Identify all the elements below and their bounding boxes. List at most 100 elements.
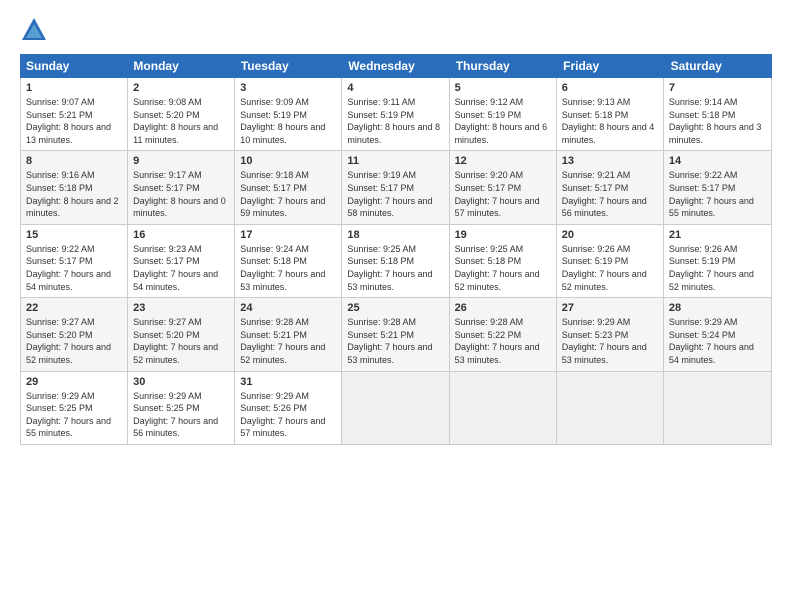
day-number: 31 — [240, 376, 336, 388]
cell-info: Sunrise: 9:09 AMSunset: 5:19 PMDaylight:… — [240, 96, 336, 146]
cell-info: Sunrise: 9:25 AMSunset: 5:18 PMDaylight:… — [347, 243, 443, 293]
header-day: Sunday — [20, 54, 127, 78]
calendar-body: 1 Sunrise: 9:07 AMSunset: 5:21 PMDaylight… — [21, 78, 771, 444]
cell-info: Sunrise: 9:28 AMSunset: 5:21 PMDaylight:… — [240, 316, 336, 366]
day-number: 30 — [133, 376, 229, 388]
cell-info: Sunrise: 9:12 AMSunset: 5:19 PMDaylight:… — [455, 96, 551, 146]
cell-info: Sunrise: 9:17 AMSunset: 5:17 PMDaylight:… — [133, 169, 229, 219]
day-number: 4 — [347, 82, 443, 94]
page: SundayMondayTuesdayWednesdayThursdayFrid… — [0, 0, 792, 612]
day-number: 10 — [240, 155, 336, 167]
cell-info: Sunrise: 9:08 AMSunset: 5:20 PMDaylight:… — [133, 96, 229, 146]
day-number: 3 — [240, 82, 336, 94]
calendar-cell: 25 Sunrise: 9:28 AMSunset: 5:21 PMDayligh… — [342, 298, 449, 370]
calendar-cell: 29 Sunrise: 9:29 AMSunset: 5:25 PMDayligh… — [21, 372, 128, 444]
calendar-cell: 27Sunrise: 9:29 AMSunset: 5:23 PMDayligh… — [557, 298, 664, 370]
header-day: Monday — [127, 54, 234, 78]
calendar-cell — [557, 372, 664, 444]
day-number: 17 — [240, 229, 336, 241]
day-number: 12 — [455, 155, 551, 167]
day-number: 20 — [562, 229, 658, 241]
day-number: 14 — [669, 155, 766, 167]
cell-info: Sunrise: 9:29 AMSunset: 5:24 PMDaylight:… — [669, 316, 766, 366]
cell-info: Sunrise: 9:29 AMSunset: 5:25 PMDaylight:… — [133, 390, 229, 440]
calendar-cell: 3 Sunrise: 9:09 AMSunset: 5:19 PMDaylight… — [235, 78, 342, 150]
logo — [20, 16, 52, 44]
header-day: Thursday — [450, 54, 557, 78]
day-number: 25 — [347, 302, 443, 314]
logo-icon — [20, 16, 48, 44]
day-number: 23 — [133, 302, 229, 314]
day-number: 1 — [26, 82, 122, 94]
calendar-cell: 22 Sunrise: 9:27 AMSunset: 5:20 PMDayligh… — [21, 298, 128, 370]
calendar-cell: 4 Sunrise: 9:11 AMSunset: 5:19 PMDaylight… — [342, 78, 449, 150]
calendar-cell: 28 Sunrise: 9:29 AMSunset: 5:24 PMDayligh… — [664, 298, 771, 370]
calendar-cell: 17Sunrise: 9:24 AMSunset: 5:18 PMDayligh… — [235, 225, 342, 297]
calendar-row: 8 Sunrise: 9:16 AMSunset: 5:18 PMDaylight… — [21, 151, 771, 224]
cell-info: Sunrise: 9:26 AMSunset: 5:19 PMDaylight:… — [669, 243, 766, 293]
cell-info: Sunrise: 9:25 AMSunset: 5:18 PMDaylight:… — [455, 243, 551, 293]
calendar-row: 15 Sunrise: 9:22 AMSunset: 5:17 PMDayligh… — [21, 225, 771, 298]
calendar-cell: 7Sunrise: 9:14 AMSunset: 5:18 PMDaylight… — [664, 78, 771, 150]
cell-info: Sunrise: 9:22 AMSunset: 5:17 PMDaylight:… — [669, 169, 766, 219]
day-number: 8 — [26, 155, 122, 167]
header-day: Wednesday — [342, 54, 449, 78]
calendar-row: 1 Sunrise: 9:07 AMSunset: 5:21 PMDaylight… — [21, 78, 771, 151]
calendar-cell: 10Sunrise: 9:18 AMSunset: 5:17 PMDayligh… — [235, 151, 342, 223]
cell-info: Sunrise: 9:29 AMSunset: 5:25 PMDaylight:… — [26, 390, 122, 440]
calendar-cell: 11 Sunrise: 9:19 AMSunset: 5:17 PMDayligh… — [342, 151, 449, 223]
day-number: 19 — [455, 229, 551, 241]
cell-info: Sunrise: 9:20 AMSunset: 5:17 PMDaylight:… — [455, 169, 551, 219]
cell-info: Sunrise: 9:22 AMSunset: 5:17 PMDaylight:… — [26, 243, 122, 293]
day-number: 9 — [133, 155, 229, 167]
day-number: 15 — [26, 229, 122, 241]
day-number: 22 — [26, 302, 122, 314]
header — [20, 16, 772, 44]
day-number: 21 — [669, 229, 766, 241]
calendar-cell: 5Sunrise: 9:12 AMSunset: 5:19 PMDaylight… — [450, 78, 557, 150]
day-number: 24 — [240, 302, 336, 314]
calendar-cell — [342, 372, 449, 444]
calendar-cell: 6Sunrise: 9:13 AMSunset: 5:18 PMDaylight… — [557, 78, 664, 150]
calendar-cell: 19 Sunrise: 9:25 AMSunset: 5:18 PMDayligh… — [450, 225, 557, 297]
calendar-cell: 2 Sunrise: 9:08 AMSunset: 5:20 PMDaylight… — [128, 78, 235, 150]
calendar-cell — [450, 372, 557, 444]
day-number: 26 — [455, 302, 551, 314]
cell-info: Sunrise: 9:21 AMSunset: 5:17 PMDaylight:… — [562, 169, 658, 219]
cell-info: Sunrise: 9:26 AMSunset: 5:19 PMDaylight:… — [562, 243, 658, 293]
calendar-cell: 16Sunrise: 9:23 AMSunset: 5:17 PMDayligh… — [128, 225, 235, 297]
cell-info: Sunrise: 9:28 AMSunset: 5:22 PMDaylight:… — [455, 316, 551, 366]
day-number: 18 — [347, 229, 443, 241]
cell-info: Sunrise: 9:29 AMSunset: 5:26 PMDaylight:… — [240, 390, 336, 440]
calendar-cell: 12 Sunrise: 9:20 AMSunset: 5:17 PMDayligh… — [450, 151, 557, 223]
calendar-cell: 20 Sunrise: 9:26 AMSunset: 5:19 PMDayligh… — [557, 225, 664, 297]
calendar-cell: 8 Sunrise: 9:16 AMSunset: 5:18 PMDaylight… — [21, 151, 128, 223]
cell-info: Sunrise: 9:27 AMSunset: 5:20 PMDaylight:… — [26, 316, 122, 366]
cell-info: Sunrise: 9:16 AMSunset: 5:18 PMDaylight:… — [26, 169, 122, 219]
header-day: Saturday — [665, 54, 772, 78]
day-number: 13 — [562, 155, 658, 167]
calendar-cell: 23Sunrise: 9:27 AMSunset: 5:20 PMDayligh… — [128, 298, 235, 370]
cell-info: Sunrise: 9:29 AMSunset: 5:23 PMDaylight:… — [562, 316, 658, 366]
calendar-cell: 31 Sunrise: 9:29 AMSunset: 5:26 PMDayligh… — [235, 372, 342, 444]
calendar-cell — [664, 372, 771, 444]
day-number: 28 — [669, 302, 766, 314]
cell-info: Sunrise: 9:13 AMSunset: 5:18 PMDaylight:… — [562, 96, 658, 146]
day-number: 11 — [347, 155, 443, 167]
day-number: 7 — [669, 82, 766, 94]
calendar-cell: 30 Sunrise: 9:29 AMSunset: 5:25 PMDayligh… — [128, 372, 235, 444]
calendar: SundayMondayTuesdayWednesdayThursdayFrid… — [20, 54, 772, 600]
cell-info: Sunrise: 9:19 AMSunset: 5:17 PMDaylight:… — [347, 169, 443, 219]
calendar-body-outer: 1 Sunrise: 9:07 AMSunset: 5:21 PMDaylight… — [20, 78, 772, 445]
cell-info: Sunrise: 9:11 AMSunset: 5:19 PMDaylight:… — [347, 96, 443, 146]
day-number: 29 — [26, 376, 122, 388]
cell-info: Sunrise: 9:28 AMSunset: 5:21 PMDaylight:… — [347, 316, 443, 366]
calendar-cell: 18 Sunrise: 9:25 AMSunset: 5:18 PMDayligh… — [342, 225, 449, 297]
calendar-cell: 14 Sunrise: 9:22 AMSunset: 5:17 PMDayligh… — [664, 151, 771, 223]
calendar-cell: 13 Sunrise: 9:21 AMSunset: 5:17 PMDayligh… — [557, 151, 664, 223]
calendar-cell: 24 Sunrise: 9:28 AMSunset: 5:21 PMDayligh… — [235, 298, 342, 370]
day-number: 2 — [133, 82, 229, 94]
calendar-cell: 21 Sunrise: 9:26 AMSunset: 5:19 PMDayligh… — [664, 225, 771, 297]
calendar-cell: 15 Sunrise: 9:22 AMSunset: 5:17 PMDayligh… — [21, 225, 128, 297]
cell-info: Sunrise: 9:07 AMSunset: 5:21 PMDaylight:… — [26, 96, 122, 146]
